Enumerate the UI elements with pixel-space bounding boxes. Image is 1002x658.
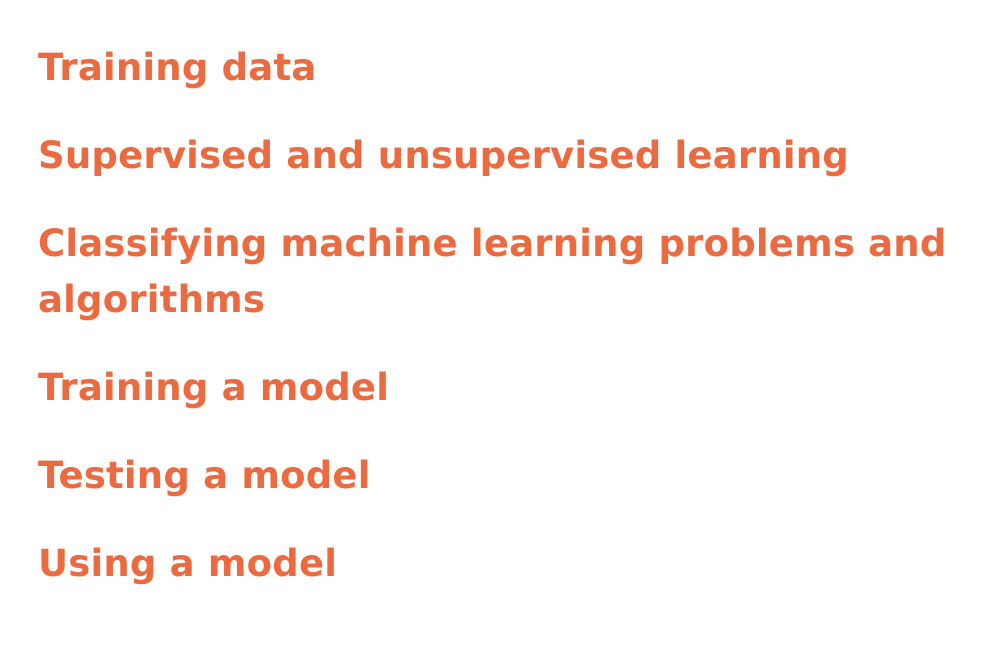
topic-item-testing-a-model: Testing a model [38,454,371,497]
topic-item-using-a-model: Using a model [38,542,338,585]
topic-list: Training data Supervised and unsupervise… [38,40,978,624]
topic-item-supervised-unsupervised-learning: Supervised and unsupervised learning [38,134,849,177]
topic-item-training-a-model: Training a model [38,366,390,409]
topic-item-training-data: Training data [38,46,317,89]
topic-item-classifying-problems-algorithms: Classifying machine learning problems an… [38,222,947,321]
